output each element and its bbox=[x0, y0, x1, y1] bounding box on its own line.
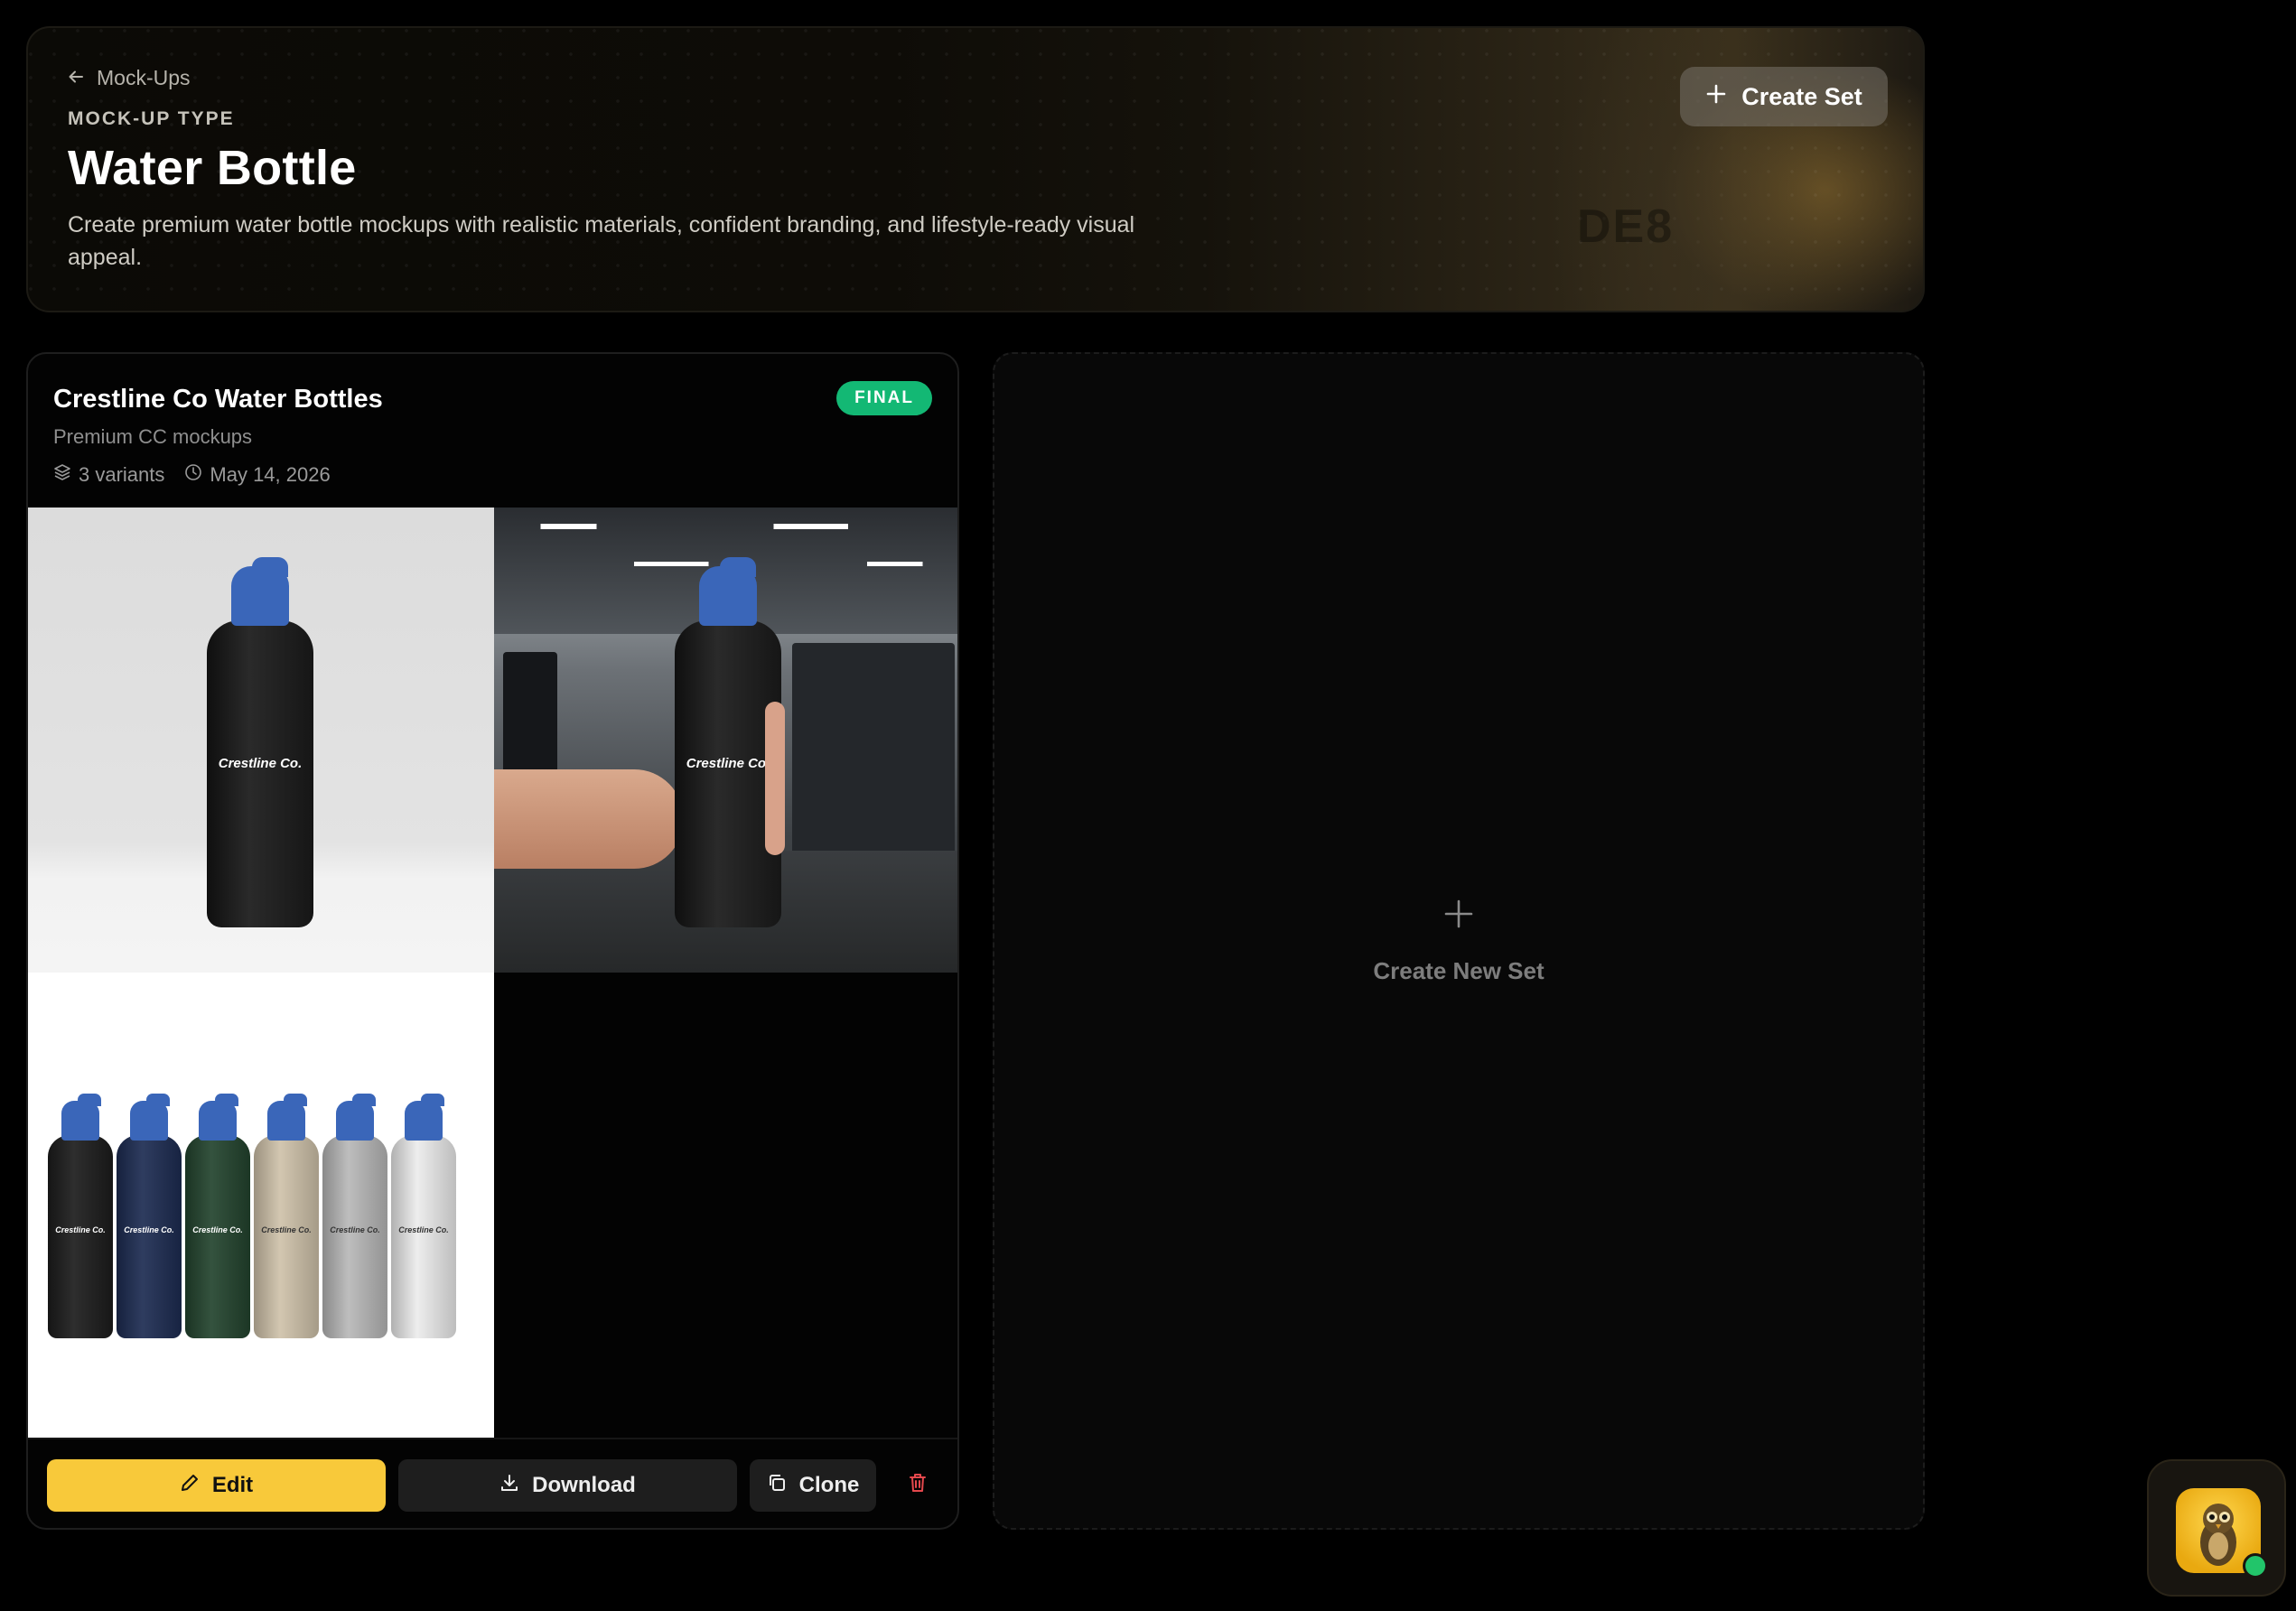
variant-image-studio[interactable]: Crestline Co. bbox=[28, 508, 494, 973]
variants-count: 3 variants bbox=[53, 463, 164, 487]
create-set-button-label: Create Set bbox=[1741, 82, 1862, 110]
trash-icon bbox=[908, 1472, 928, 1500]
status-badge: FINAL bbox=[836, 381, 932, 415]
clone-button-label: Clone bbox=[798, 1473, 860, 1497]
plus-icon bbox=[1705, 83, 1727, 111]
download-icon bbox=[499, 1473, 519, 1499]
date-text: May 14, 2026 bbox=[210, 463, 331, 486]
layers-icon bbox=[53, 463, 71, 487]
download-button-label: Download bbox=[532, 1473, 636, 1497]
lineup-bottle: Crestline Co. bbox=[185, 1094, 250, 1338]
variants-text: 3 variants bbox=[79, 463, 165, 486]
empty-grid-slot bbox=[494, 973, 957, 1438]
online-status-dot bbox=[2243, 1553, 2268, 1578]
set-subtitle: Premium CC mockups bbox=[53, 425, 253, 448]
bottle-brand-label: Crestline Co. bbox=[218, 756, 303, 771]
copy-icon bbox=[767, 1473, 787, 1499]
download-button[interactable]: Download bbox=[398, 1459, 737, 1512]
set-meta: 3 variants May 14, 2026 bbox=[53, 463, 331, 487]
pencil-icon bbox=[180, 1473, 200, 1499]
assistant-launcher[interactable] bbox=[2147, 1459, 2286, 1597]
bottle-brand-label: Crestline Co. bbox=[398, 1225, 449, 1234]
lineup-bottle: Crestline Co. bbox=[322, 1094, 387, 1338]
hero-background-logo: DE8 bbox=[1577, 200, 1675, 253]
create-set-button[interactable]: Create Set bbox=[1680, 67, 1888, 126]
variant-image-gym[interactable]: Crestline Co. bbox=[494, 508, 957, 973]
edit-button-label: Edit bbox=[211, 1473, 254, 1497]
clock-icon bbox=[184, 463, 202, 487]
lineup-bottle: Crestline Co. bbox=[254, 1094, 319, 1338]
plus-icon bbox=[1443, 899, 1474, 934]
page-title: Water Bottle bbox=[68, 141, 357, 195]
hero-banner: DE8 Mock-Ups MOCK-UP TYPE Water Bottle C… bbox=[26, 26, 1925, 312]
lineup-bottle: Crestline Co. bbox=[117, 1094, 182, 1338]
lineup-bottle: Crestline Co. bbox=[48, 1094, 113, 1338]
bottle-brand-label: Crestline Co. bbox=[330, 1225, 380, 1234]
page-description: Create premium water bottle mockups with… bbox=[68, 212, 1135, 270]
set-title: Crestline Co Water Bottles bbox=[53, 385, 383, 414]
set-date: May 14, 2026 bbox=[184, 463, 331, 487]
bottle-image: Crestline Co. bbox=[207, 557, 313, 927]
lineup-bottle: Crestline Co. bbox=[391, 1094, 456, 1338]
bottle-brand-label: Crestline Co. bbox=[261, 1225, 312, 1234]
variant-image-grid: Crestline Co. Crestline Co. Crestline Co… bbox=[28, 508, 957, 1438]
create-new-set-label: Create New Set bbox=[1373, 957, 1545, 984]
mockup-set-card: Crestline Co Water Bottles FINAL Premium… bbox=[26, 352, 959, 1530]
delete-button[interactable] bbox=[895, 1459, 940, 1512]
bottle-brand-label: Crestline Co. bbox=[124, 1225, 174, 1234]
bottle-brand-label: Crestline Co. bbox=[192, 1225, 243, 1234]
arrow-left-icon bbox=[68, 66, 84, 90]
card-actions: Edit Download Clone bbox=[28, 1438, 957, 1528]
bottle-brand-label: Crestline Co. bbox=[55, 1225, 106, 1234]
page-eyebrow: MOCK-UP TYPE bbox=[68, 108, 235, 129]
back-link-label: Mock-Ups bbox=[97, 66, 191, 89]
edit-button[interactable]: Edit bbox=[47, 1459, 386, 1512]
variant-image-lineup[interactable]: Crestline Co. Crestline Co. Crestline Co. C… bbox=[28, 973, 494, 1438]
create-new-set-card[interactable]: Create New Set bbox=[993, 352, 1925, 1530]
clone-button[interactable]: Clone bbox=[750, 1459, 876, 1512]
back-link[interactable]: Mock-Ups bbox=[68, 66, 191, 90]
